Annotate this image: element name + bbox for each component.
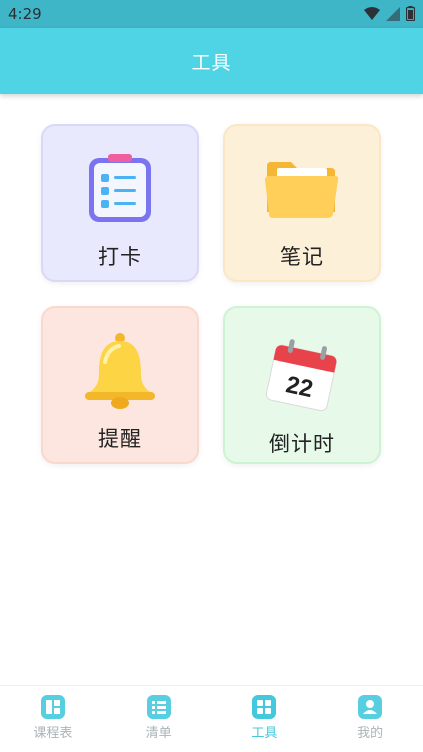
tool-label-remind: 提醒 xyxy=(98,427,142,451)
nav-label-tools: 工具 xyxy=(251,726,278,741)
nav-label-list: 清单 xyxy=(145,726,172,741)
wifi-icon xyxy=(364,6,380,20)
nav-item-tools[interactable]: 工具 xyxy=(212,686,318,752)
tool-card-checkin[interactable]: 打卡 xyxy=(41,124,199,282)
bottom-nav: 课程表 清单 工具 我的 xyxy=(0,685,423,752)
battery-icon xyxy=(406,6,415,21)
timetable-icon xyxy=(40,695,65,719)
tool-card-notes[interactable]: 笔记 xyxy=(223,124,381,282)
grid-icon xyxy=(252,695,277,719)
bell-icon xyxy=(85,333,155,409)
tool-label-checkin: 打卡 xyxy=(98,245,142,269)
status-time: 4:29 xyxy=(8,5,42,23)
app-bar: 工具 xyxy=(0,28,423,94)
nav-item-list[interactable]: 清单 xyxy=(106,686,212,752)
calendar-icon: 22 xyxy=(265,339,337,412)
page-title: 工具 xyxy=(191,51,232,74)
nav-item-profile[interactable]: 我的 xyxy=(317,686,423,752)
tool-label-countdown: 倒计时 xyxy=(269,432,335,456)
nav-label-timetable: 课程表 xyxy=(33,726,73,741)
status-bar: 4:29 xyxy=(0,0,423,28)
tool-card-countdown[interactable]: 22 倒计时 xyxy=(223,306,381,464)
tool-card-remind[interactable]: 提醒 xyxy=(41,306,199,464)
list-icon xyxy=(146,695,171,719)
folder-icon xyxy=(265,162,339,218)
clipboard-checklist-icon xyxy=(89,154,151,222)
nav-item-timetable[interactable]: 课程表 xyxy=(0,686,106,752)
status-icons xyxy=(364,6,415,21)
profile-icon xyxy=(358,695,383,719)
nav-label-profile: 我的 xyxy=(357,726,384,741)
calendar-day-number: 22 xyxy=(284,371,316,403)
tool-label-notes: 笔记 xyxy=(280,245,324,269)
signal-icon xyxy=(386,6,400,21)
